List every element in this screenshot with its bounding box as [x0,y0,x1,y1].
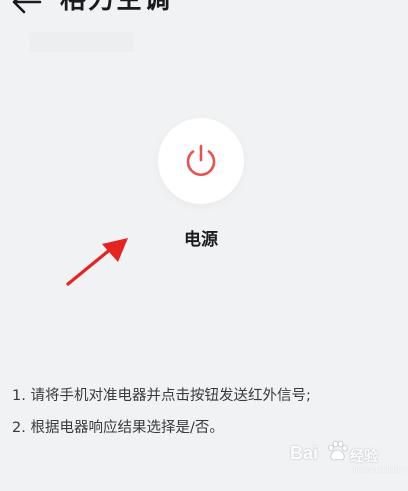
baidu-paw-icon [328,440,348,461]
instruction-step-1: 1. 请将手机对准电器并点击按钮发送红外信号; [12,388,311,404]
power-label: 电源 [184,230,218,250]
power-button[interactable] [158,118,244,204]
red-arrow-icon [66,238,128,286]
page-title: 格力空调 [60,0,173,15]
arrow-left-icon[interactable] [10,0,44,16]
watermark-logo-text: Bai [290,443,319,463]
watermark-url: jingyan.baidu.com [352,465,408,474]
watermark-cn-text: 经验 [350,449,378,465]
baidu-jingyan-watermark: Bai 经验 jingyan.baidu.com [290,435,408,481]
placeholder-bar [30,32,134,52]
power-icon [186,144,216,177]
